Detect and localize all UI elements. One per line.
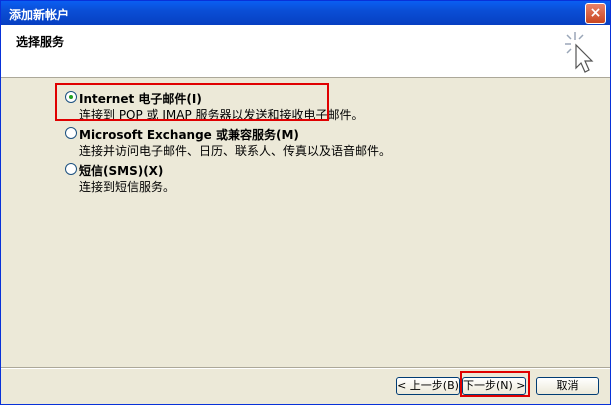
wizard-header: 选择服务 xyxy=(1,25,610,78)
radio-sms[interactable] xyxy=(65,163,77,175)
back-button[interactable]: < 上一步(B) xyxy=(396,377,460,395)
option-description: 连接并访问电子邮件、日历、联系人、传真以及语音邮件。 xyxy=(79,144,392,158)
option-label: 短信(SMS)(X) xyxy=(79,164,164,178)
highlight-box-internet xyxy=(55,83,329,121)
close-icon: × xyxy=(589,5,602,21)
option-label: Microsoft Exchange 或兼容服务(M) xyxy=(79,128,299,142)
title-bar[interactable]: 添加新帐户 × xyxy=(1,1,610,25)
footer-divider xyxy=(1,367,610,369)
window-title: 添加新帐户 xyxy=(9,8,70,22)
radio-exchange[interactable] xyxy=(65,127,77,139)
page-title: 选择服务 xyxy=(16,35,65,49)
cancel-button[interactable]: 取消 xyxy=(536,377,599,395)
option-description: 连接到短信服务。 xyxy=(79,180,176,194)
highlight-box-next xyxy=(460,371,530,397)
wizard-sparkle-icon xyxy=(565,32,594,73)
dialog-window: 添加新帐户 × 选择服务 Internet 电子邮件(I) 连接到 POP 或 … xyxy=(0,0,611,405)
close-button[interactable]: × xyxy=(585,3,606,24)
